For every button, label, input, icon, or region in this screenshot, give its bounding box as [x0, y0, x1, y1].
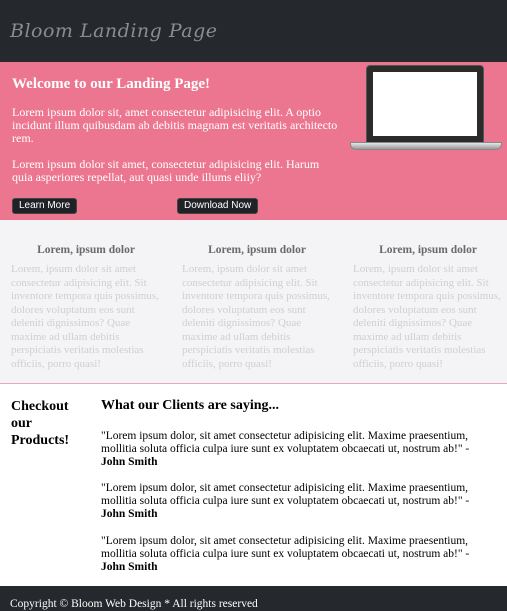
- site-header: Bloom Landing Page: [0, 0, 507, 62]
- hero-section: Welcome to our Landing Page! Lorem ipsum…: [0, 62, 507, 220]
- testimonial: "Lorem ipsum dolor, sit amet consectetur…: [101, 482, 496, 521]
- hero-paragraph-1: Lorem ipsum dolor sit, amet consectetur …: [12, 105, 338, 145]
- testimonial-author: John Smith: [101, 508, 158, 520]
- testimonial: "Lorem ipsum dolor, sit amet consectetur…: [101, 535, 496, 574]
- testimonial-quote: "Lorem ipsum dolor, sit amet consectetur…: [101, 482, 470, 507]
- testimonial-author: John Smith: [101, 561, 158, 573]
- testimonial-quote: "Lorem ipsum dolor, sit amet consectetur…: [101, 535, 470, 560]
- feature-text: Lorem, ipsum dolor sit amet consectetur …: [11, 263, 159, 370]
- laptop-base: [350, 142, 502, 150]
- hero-title: Welcome to our Landing Page!: [12, 76, 211, 92]
- brand-logo[interactable]: Bloom Landing Page: [10, 20, 218, 42]
- testimonial-author: John Smith: [101, 456, 158, 468]
- copyright-text: Copyright © Bloom Web Design * All right…: [10, 598, 258, 610]
- hero-paragraph-2: Lorem ipsum dolor sit amet, consectetur …: [12, 157, 320, 184]
- feature-title: Lorem, ipsum dolor: [208, 244, 306, 256]
- clients-heading: What our Clients are saying...: [101, 398, 279, 413]
- feature-title: Lorem, ipsum dolor: [379, 244, 477, 256]
- testimonial-quote: "Lorem ipsum dolor, sit amet consectetur…: [101, 430, 470, 455]
- download-now-button[interactable]: Download Now: [177, 198, 259, 214]
- products-heading: Checkout our Products!: [11, 399, 70, 448]
- testimonial: "Lorem ipsum dolor, sit amet consectetur…: [101, 430, 496, 469]
- features-section: Lorem, ipsum dolor Lorem, ipsum dolor si…: [0, 220, 507, 384]
- learn-more-button[interactable]: Learn More: [12, 198, 78, 214]
- laptop-icon: [350, 65, 502, 153]
- feature-title: Lorem, ipsum dolor: [37, 244, 135, 256]
- feature-text: Lorem, ipsum dolor sit amet consectetur …: [353, 263, 501, 370]
- laptop-screen: [373, 72, 477, 136]
- feature-text: Lorem, ipsum dolor sit amet consectetur …: [182, 263, 330, 370]
- site-footer: Copyright © Bloom Web Design * All right…: [0, 586, 507, 611]
- laptop-lid: [366, 65, 484, 143]
